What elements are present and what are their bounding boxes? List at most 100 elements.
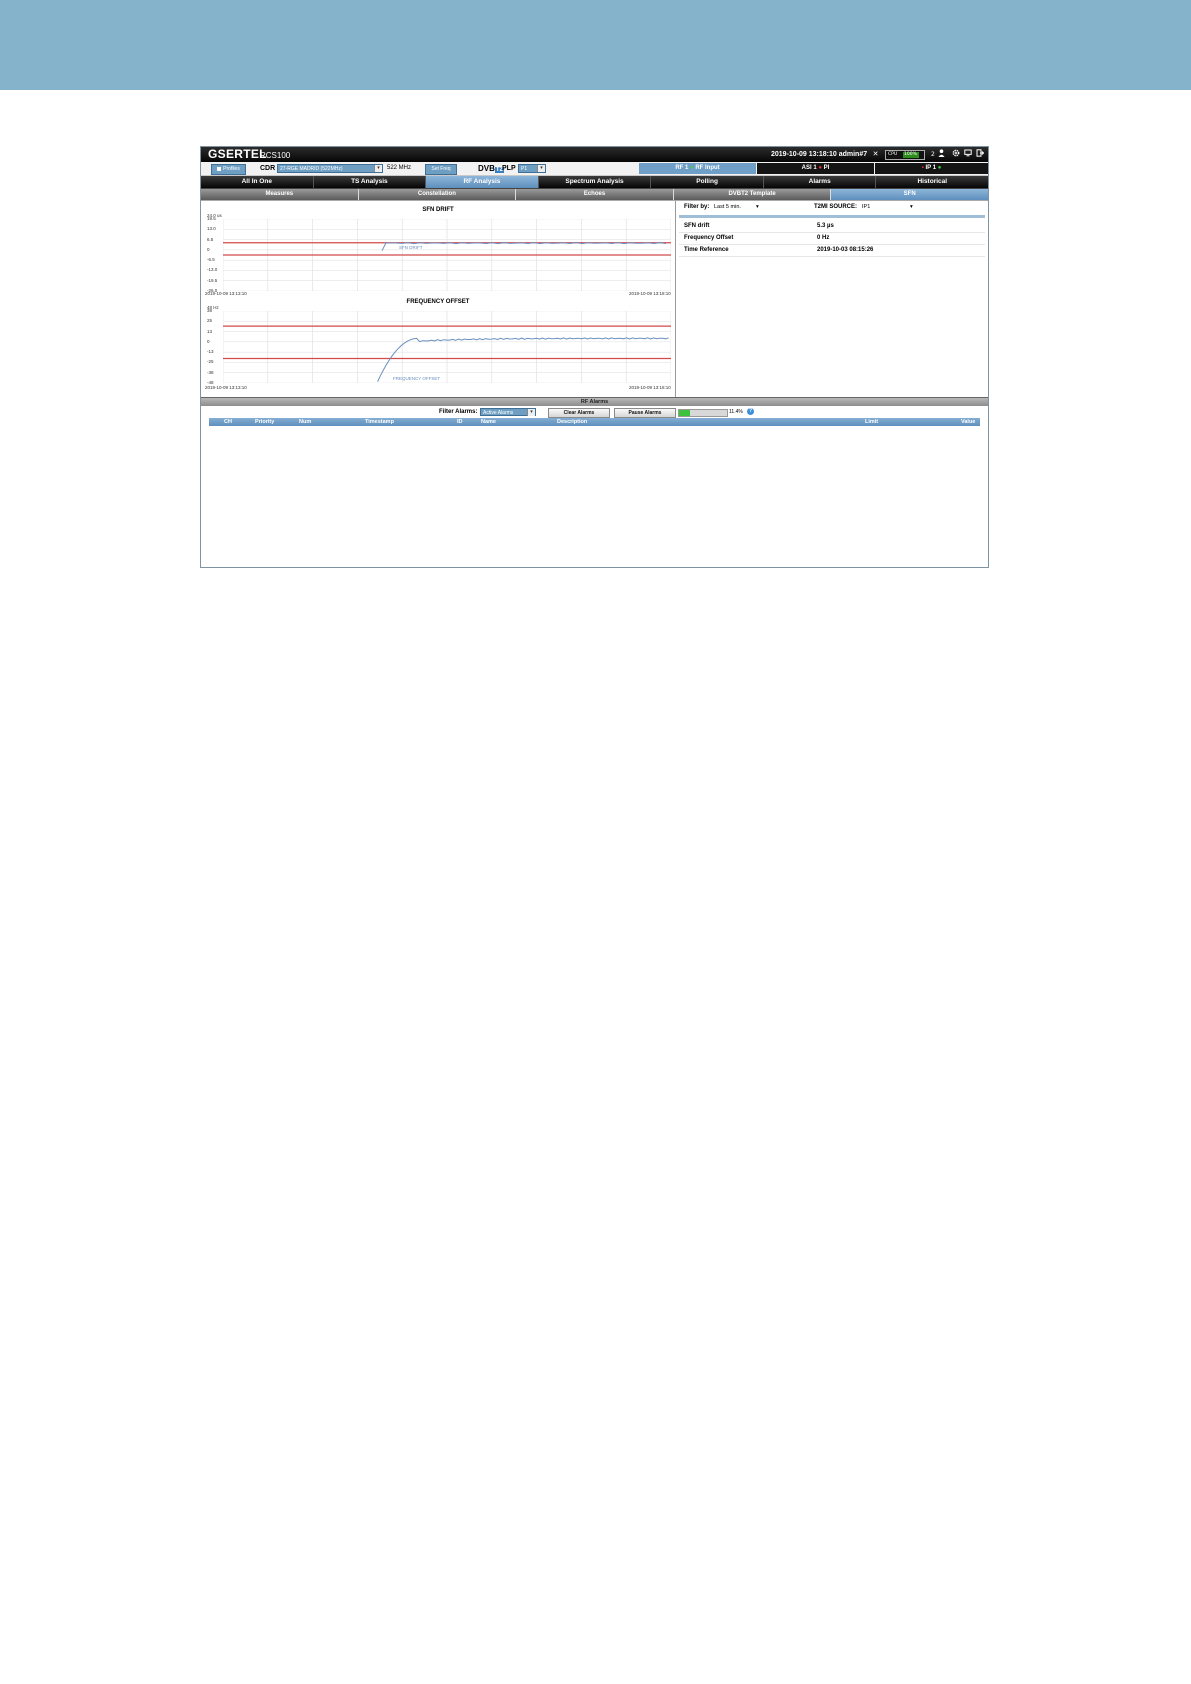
y-tick-label: 38 <box>207 308 213 313</box>
freq-offset-series-label: FREQUENCY OFFSET <box>393 376 441 381</box>
ip-input-button[interactable]: ▪ IP 1 ● <box>875 163 988 174</box>
alarm-controls: Filter Alarms: Active Alarms ▾ Clear Ala… <box>201 406 988 418</box>
freq-offset-x-start: 2019-10-09 13:13:10 <box>205 385 247 390</box>
logout-icon[interactable] <box>975 149 984 160</box>
subtab-echoes[interactable]: Echoes <box>516 189 674 200</box>
col-ch[interactable]: CH <box>224 418 232 426</box>
rf-alarms-header: RF Alarms <box>201 397 988 406</box>
kv-time-reference: Time Reference 2019-10-03 08:15:26 <box>679 245 985 257</box>
dvb-prefix: DVB <box>478 164 495 173</box>
cdr-value: 27-RGE MADRID (522MHz) <box>280 166 343 172</box>
cpu-meter: CPU 100% <box>885 150 925 160</box>
chevron-down-icon[interactable]: ▾ <box>910 202 913 213</box>
status-ok-icon: ● <box>690 165 694 171</box>
filter-by-label: Filter by: <box>684 204 710 210</box>
clear-alarms-button[interactable]: Clear Alarms <box>548 408 610 418</box>
tab-spectrum-analysis[interactable]: Spectrum Analysis <box>538 176 652 188</box>
user-icon[interactable] <box>937 149 946 160</box>
chevron-down-icon: ▾ <box>527 409 535 416</box>
filter-alarms-select[interactable]: Active Alarms ▾ <box>480 408 536 416</box>
profiles-button[interactable]: Profiles <box>211 164 246 175</box>
filter-by-select[interactable]: Last 5 min. <box>714 202 741 213</box>
col-timestamp[interactable]: Timestamp <box>365 418 394 426</box>
tab-alarms[interactable]: Alarms <box>763 176 877 188</box>
main-tabs: All In One TS Analysis RF Analysis Spect… <box>201 176 988 189</box>
cpu-value: 100% <box>904 152 917 157</box>
set-freq-button[interactable]: Set Freq <box>425 164 457 175</box>
subtab-dvbt2-template[interactable]: DVBT2 Template <box>673 189 832 200</box>
y-tick-label: -6.5 <box>207 257 215 263</box>
datetime-user: 2019-10-09 13:18:10 admin#7 <box>771 151 868 158</box>
alarm-progress-fill <box>679 410 690 416</box>
chevron-down-icon: ▾ <box>537 165 545 172</box>
freq-offset-title: FREQUENCY OFFSET <box>406 299 470 305</box>
dvb-logo: DVBT2 <box>478 163 504 176</box>
y-tick-label: -13 <box>207 349 214 355</box>
y-tick-label: 6.5 <box>207 236 214 242</box>
y-tick-label: 19.5 <box>207 216 216 221</box>
t2mi-source-label: T2MI SOURCE: <box>814 204 858 210</box>
user-count: 2 <box>931 151 935 158</box>
sfn-drift-x-start: 2019-10-09 13:13:10 <box>205 291 247 296</box>
freq-offset-plot <box>223 311 671 383</box>
status-ok-icon: ● <box>937 165 942 171</box>
alarm-table-header: CH Priority Num Timestamp ID Name Descri… <box>209 418 980 426</box>
col-limit[interactable]: Limit <box>865 418 878 426</box>
filter-row: Filter by: Last 5 min. ▾ T2MI SOURCE: IP… <box>676 202 988 213</box>
asi-input-button[interactable]: ASI 1 ● PI <box>757 163 874 174</box>
toolbar: Profiles CDR 27-RGE MADRID (522MHz) ▾ 52… <box>201 162 988 176</box>
alarm-table-wrap: CH Priority Num Timestamp ID Name Descri… <box>201 418 988 428</box>
subtab-constellation[interactable]: Constellation <box>358 189 517 200</box>
chevron-down-icon[interactable]: ▾ <box>756 202 759 213</box>
gear-icon[interactable] <box>951 149 960 160</box>
rf-input-button[interactable]: RF 1 ● RF Input <box>639 163 756 174</box>
tools-icon[interactable]: ✕ <box>871 149 880 160</box>
subtab-sfn[interactable]: SFN <box>831 189 988 200</box>
plp-select[interactable]: P1 ▾ <box>518 164 546 173</box>
tab-ts-analysis[interactable]: TS Analysis <box>313 176 427 188</box>
y-tick-label: -25 <box>207 359 214 365</box>
sfn-side-panel: Filter by: Last 5 min. ▾ T2MI SOURCE: IP… <box>676 201 988 397</box>
help-icon[interactable]: ? <box>747 408 754 415</box>
tab-all-in-one[interactable]: All In One <box>201 176 314 188</box>
kv-sfn-drift: SFN drift 5.3 µs <box>679 221 985 233</box>
asi-input-prefix: ASI 1 <box>801 165 817 171</box>
rf-input-label: RF Input <box>695 165 720 171</box>
pause-alarms-button[interactable]: Pause Alarms <box>614 408 676 418</box>
t2mi-source-select[interactable]: IP1 <box>862 202 870 213</box>
tab-historical[interactable]: Historical <box>876 176 988 188</box>
brand-logo: GSERTEL <box>208 147 267 161</box>
col-value[interactable]: Value <box>961 418 975 426</box>
plp-label: PLP <box>502 165 516 172</box>
plp-value: P1 <box>521 166 528 172</box>
cdr-select[interactable]: 27-RGE MADRID (522MHz) ▾ <box>277 164 383 173</box>
lock-icon: ▪ <box>921 165 924 171</box>
cdr-label: CDR <box>260 165 276 172</box>
kv-value: 2019-10-03 08:15:26 <box>817 247 874 253</box>
col-name[interactable]: Name <box>481 418 496 426</box>
rf-input-prefix: RF 1 <box>675 165 689 171</box>
y-tick-label: -38 <box>207 369 214 375</box>
monitor-icon[interactable] <box>963 149 972 160</box>
profiles-label: Profiles <box>223 166 240 172</box>
tab-rf-analysis[interactable]: RF Analysis <box>426 176 539 188</box>
kv-value: 5.3 µs <box>817 223 834 229</box>
sfn-drift-plot <box>223 219 671 291</box>
series-line <box>381 242 667 251</box>
sfn-drift-x-end: 2019-10-09 13:18:10 <box>629 291 671 296</box>
cpu-label: CPU <box>888 152 898 157</box>
sub-tabs: Measures Constellation Echoes DVBT2 Temp… <box>201 189 988 201</box>
filter-alarms-label: Filter Alarms: <box>439 409 478 415</box>
y-tick-label: 25 <box>207 318 213 324</box>
freq-offset-x-end: 2019-10-09 13:18:10 <box>629 385 671 390</box>
sfn-drift-title: SFN DRIFT <box>422 207 454 213</box>
kv-label: SFN drift <box>684 223 710 229</box>
col-num[interactable]: Num <box>299 418 311 426</box>
col-description[interactable]: Description <box>557 418 587 426</box>
col-priority[interactable]: Priority <box>255 418 274 426</box>
subtab-measures[interactable]: Measures <box>201 189 359 200</box>
ip-input-label: IP 1 <box>925 165 937 171</box>
frequency-value: 522 MHz <box>387 165 412 171</box>
tab-polling[interactable]: Polling <box>651 176 764 188</box>
col-id[interactable]: ID <box>457 418 463 426</box>
